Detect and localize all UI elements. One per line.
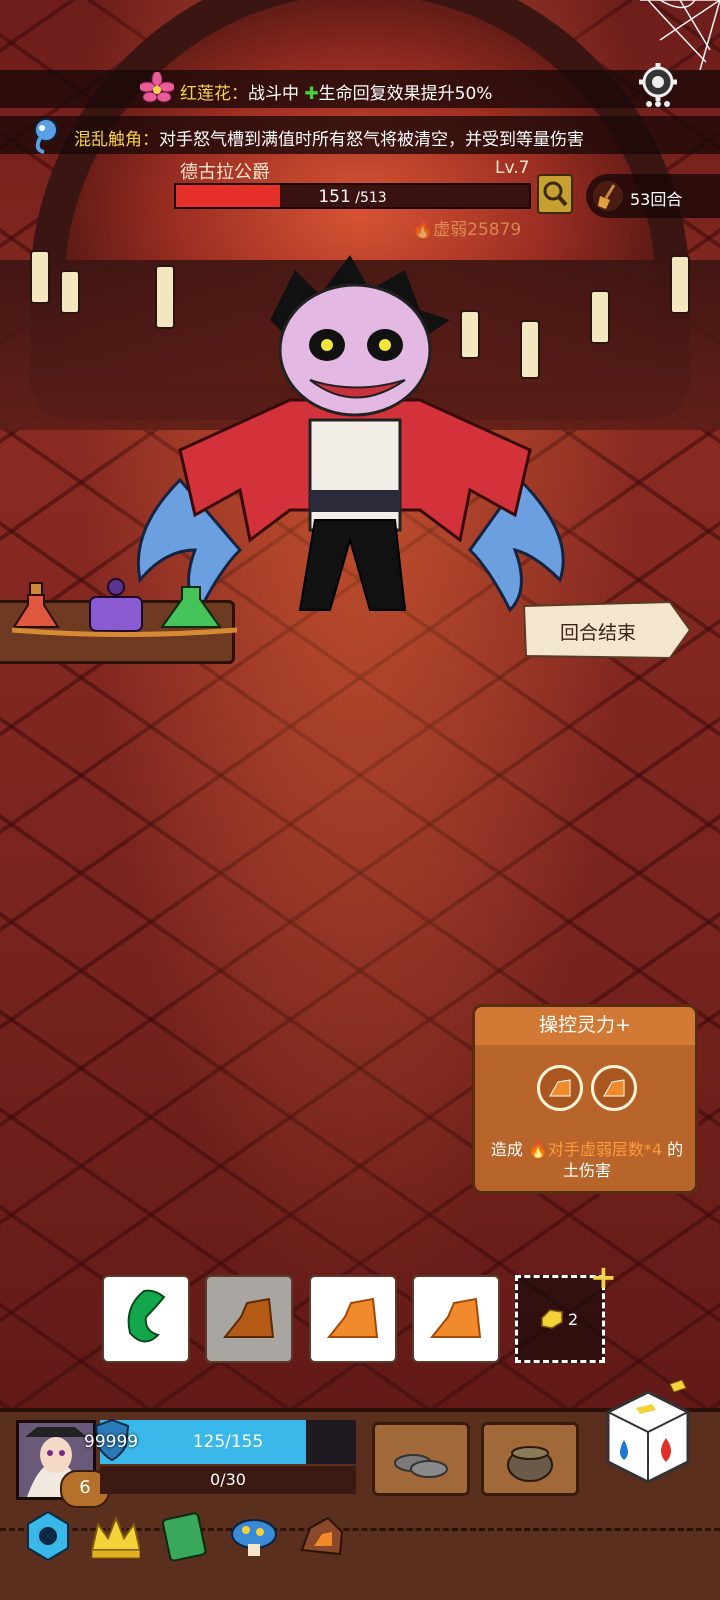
boss-hp-bar: 151 /513 — [174, 183, 531, 209]
buff-status: 战斗中 — [248, 84, 299, 104]
earth-rock-icon — [326, 1297, 379, 1338]
plus-icon: ✚ — [304, 84, 319, 104]
buff-separator: ： — [231, 84, 248, 104]
gold-bar-icon — [541, 1309, 563, 1329]
debuff-separator: ： — [142, 130, 159, 150]
debuff-name: 混乱触角 — [74, 130, 142, 150]
potion-row — [12, 578, 237, 637]
potion-red-icon — [12, 582, 60, 628]
debuff-effect: 对手怒气槽到满值时所有怒气将被清空，并受到等量伤害 — [159, 130, 584, 150]
hand-tile-earth-used[interactable] — [205, 1275, 293, 1363]
turn-counter: 53回合 — [586, 174, 720, 218]
earth-rock-icon — [222, 1297, 275, 1338]
buff-name: 红莲花 — [180, 84, 231, 104]
player-energy-bar: 0/30 — [100, 1466, 356, 1494]
player-energy-text: 0/30 — [210, 1470, 246, 1489]
coins-icon — [394, 1454, 448, 1478]
skill-card-desc: 造成 🔥对手虚弱层数*4 的 土伤害 — [481, 1139, 693, 1181]
magnifier-icon[interactable] — [537, 174, 573, 214]
settings-gear-icon[interactable] — [637, 62, 679, 108]
boss-hp-text: 151 /513 — [176, 187, 529, 207]
ice-crystal-icon[interactable] — [22, 1510, 74, 1562]
dice-icon[interactable] — [596, 1378, 696, 1488]
candle — [30, 250, 50, 304]
broom-icon — [593, 181, 623, 211]
item-button-pot[interactable] — [481, 1422, 579, 1496]
earth-rune-icon — [591, 1065, 637, 1111]
skill-desc-prefix: 造成 — [490, 1140, 528, 1159]
weak-stack-label: 🔥虚弱25879 — [412, 220, 522, 240]
cobweb-icon — [640, 0, 720, 70]
earth-rock-icon — [429, 1297, 482, 1338]
end-turn-button[interactable]: 回合结束 — [520, 598, 692, 662]
turn-count: 53回合 — [630, 190, 683, 209]
potion-green-icon — [160, 586, 222, 628]
earth-rune-icon — [537, 1065, 583, 1111]
debuff-text: 混乱触角：对手怒气槽到满值时所有怒气将被清空，并受到等量伤害 — [74, 125, 584, 150]
item-button-coins[interactable] — [372, 1422, 470, 1496]
lotus-icon — [140, 72, 174, 103]
treasure-pot-icon — [507, 1446, 553, 1482]
leaf-icon — [127, 1289, 166, 1343]
tentacle-icon — [34, 118, 58, 154]
boss-name: 德古拉公爵 — [180, 162, 270, 183]
skill-desc-suffix: 的 — [662, 1140, 684, 1159]
mushroom-icon[interactable] — [226, 1510, 278, 1562]
crown-icon[interactable] — [88, 1510, 140, 1562]
skill-desc-line2: 土伤害 — [562, 1161, 611, 1180]
boss-hp-max: /513 — [350, 190, 387, 206]
candle — [590, 290, 610, 344]
buff-effect: 生命回复效果提升50% — [318, 84, 493, 104]
end-turn-label: 回合结束 — [560, 622, 637, 644]
potion-purple-icon — [89, 578, 143, 632]
player-level: 6 — [79, 1477, 91, 1498]
boss-hp-current: 151 — [318, 187, 351, 207]
extra-slot-count: 2 — [568, 1310, 579, 1329]
skill-card[interactable]: 操控灵力+ 造成 🔥对手虚弱层数*4 的 土伤害 — [472, 1004, 698, 1194]
hand-tile-earth[interactable] — [309, 1275, 397, 1363]
player-hp-bar: 125/155 — [100, 1420, 356, 1464]
skill-desc-highlight: 🔥对手虚弱层数*4 — [527, 1140, 663, 1159]
weak-value: 虚弱25879 — [433, 220, 522, 240]
player-hp-text: 125/155 — [192, 1432, 264, 1452]
player-shield: 99999 — [84, 1432, 139, 1452]
boss-level: Lv.7 — [495, 158, 530, 178]
earth-stone-icon[interactable] — [296, 1510, 348, 1562]
hand-tile-earth[interactable] — [412, 1275, 500, 1363]
skill-card-title: 操控灵力+ — [475, 1007, 695, 1045]
add-slot-button[interactable]: + — [590, 1258, 617, 1296]
candle — [670, 255, 690, 314]
candle — [60, 270, 80, 314]
battle-scene: 红莲花：战斗中 ✚生命回复效果提升50% 混乱触角：对手怒气槽到满值时所有怒气将… — [0, 0, 720, 1600]
hand-tile-wind[interactable] — [102, 1275, 190, 1363]
buff-text: 红莲花：战斗中 ✚生命回复效果提升50% — [180, 79, 492, 104]
spellbook-icon[interactable] — [158, 1510, 210, 1562]
